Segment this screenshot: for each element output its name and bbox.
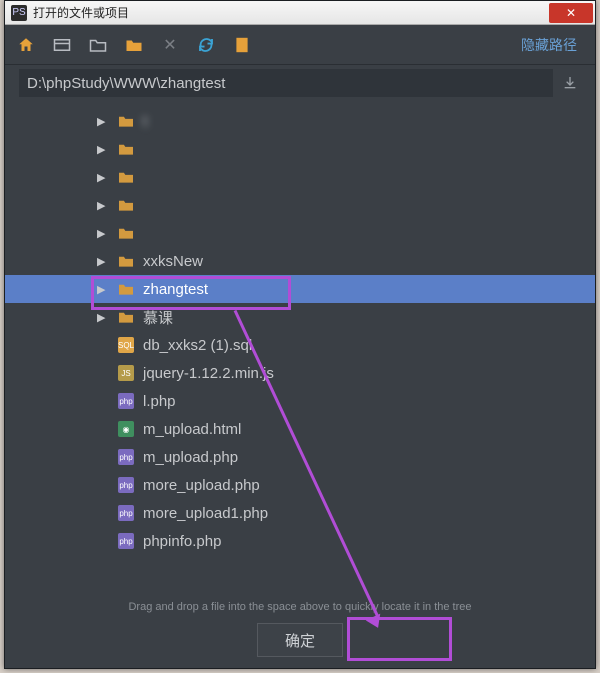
- tree-item-label: db_xxks2 (1).sql: [143, 337, 252, 354]
- expand-arrow-icon[interactable]: ▶: [97, 227, 111, 240]
- tree-folder[interactable]: ▶: [19, 163, 581, 191]
- new-folder-icon[interactable]: [87, 34, 109, 56]
- hide-path-link[interactable]: 隐藏路径: [521, 35, 585, 55]
- tree-file[interactable]: php more_upload1.php: [19, 499, 581, 527]
- tree-folder[interactable]: ▶ xxksNew: [19, 247, 581, 275]
- path-row: [5, 65, 595, 107]
- bookmark-icon[interactable]: [231, 34, 253, 56]
- refresh-icon[interactable]: [195, 34, 217, 56]
- tree-item-label: phpinfo.php: [143, 533, 221, 550]
- sql-file-icon: SQL: [117, 336, 135, 354]
- titlebar: PS 打开的文件或项目 ✕: [5, 1, 595, 25]
- tree-file[interactable]: ◉ m_upload.html: [19, 415, 581, 443]
- expand-arrow-icon[interactable]: ▶: [97, 283, 111, 296]
- save-path-icon[interactable]: [559, 72, 581, 94]
- expand-arrow-icon[interactable]: ▶: [97, 199, 111, 212]
- tree-folder[interactable]: ▶ zhangtest: [5, 275, 595, 303]
- project-icon[interactable]: [51, 34, 73, 56]
- php-file-icon: php: [117, 532, 135, 550]
- tree-folder[interactable]: ▶ 慕课: [19, 303, 581, 331]
- home-icon[interactable]: [15, 34, 37, 56]
- tree-folder[interactable]: ▶: [19, 135, 581, 163]
- footer: 确定: [5, 623, 595, 669]
- tree-item-label: zhangtest: [143, 281, 208, 298]
- folder-icon: [117, 280, 135, 298]
- expand-arrow-icon[interactable]: ▶: [97, 255, 111, 268]
- folder-icon: [117, 112, 135, 130]
- expand-arrow-icon[interactable]: ▶: [97, 311, 111, 324]
- tree-item-label: jquery-1.12.2.min.js: [143, 365, 274, 382]
- tree-item-label: t: [143, 113, 147, 130]
- tree-folder[interactable]: ▶: [19, 191, 581, 219]
- folder-icon: [117, 308, 135, 326]
- html-file-icon: ◉: [117, 420, 135, 438]
- tree-file[interactable]: php phpinfo.php: [19, 527, 581, 555]
- folder-icon: [117, 196, 135, 214]
- tree-item-label: more_upload1.php: [143, 505, 268, 522]
- close-button[interactable]: ✕: [549, 3, 593, 23]
- tree-file[interactable]: php more_upload.php: [19, 471, 581, 499]
- tree-item-label: m_upload.html: [143, 421, 241, 438]
- ok-button[interactable]: 确定: [257, 623, 343, 657]
- app-icon: PS: [11, 5, 27, 21]
- folder-icon: [117, 168, 135, 186]
- new-project-icon[interactable]: [123, 34, 145, 56]
- expand-arrow-icon[interactable]: ▶: [97, 115, 111, 128]
- tree-item-label: l.php: [143, 393, 176, 410]
- expand-arrow-icon[interactable]: ▶: [97, 171, 111, 184]
- tree-item-label: more_upload.php: [143, 477, 260, 494]
- toolbar: ✕ 隐藏路径: [5, 25, 595, 65]
- php-file-icon: php: [117, 392, 135, 410]
- tree-item-label: xxksNew: [143, 253, 203, 270]
- php-file-icon: php: [117, 476, 135, 494]
- delete-icon[interactable]: ✕: [159, 34, 181, 56]
- expand-arrow-icon[interactable]: ▶: [97, 143, 111, 156]
- dialog-window: PS 打开的文件或项目 ✕ ✕ 隐藏路径 ▶t▶▶▶▶▶xx: [4, 0, 596, 669]
- tree-file[interactable]: php m_upload.php: [19, 443, 581, 471]
- tree-item-label: 慕课: [143, 307, 173, 328]
- tree-file[interactable]: php l.php: [19, 387, 581, 415]
- window-title: 打开的文件或项目: [33, 4, 129, 21]
- tree-file[interactable]: SQL db_xxks2 (1).sql: [19, 331, 581, 359]
- folder-icon: [117, 224, 135, 242]
- folder-icon: [117, 140, 135, 158]
- file-tree[interactable]: ▶t▶▶▶▶▶xxksNew▶zhangtest▶慕课SQLdb_xxks2 (…: [5, 107, 595, 597]
- tree-item-label: m_upload.php: [143, 449, 238, 466]
- js-file-icon: JS: [117, 364, 135, 382]
- php-file-icon: php: [117, 448, 135, 466]
- tree-folder[interactable]: ▶: [19, 219, 581, 247]
- path-input[interactable]: [19, 69, 553, 97]
- tree-file[interactable]: JS jquery-1.12.2.min.js: [19, 359, 581, 387]
- php-file-icon: php: [117, 504, 135, 522]
- drag-hint: Drag and drop a file into the space abov…: [5, 597, 595, 623]
- tree-folder[interactable]: ▶t: [19, 107, 581, 135]
- folder-icon: [117, 252, 135, 270]
